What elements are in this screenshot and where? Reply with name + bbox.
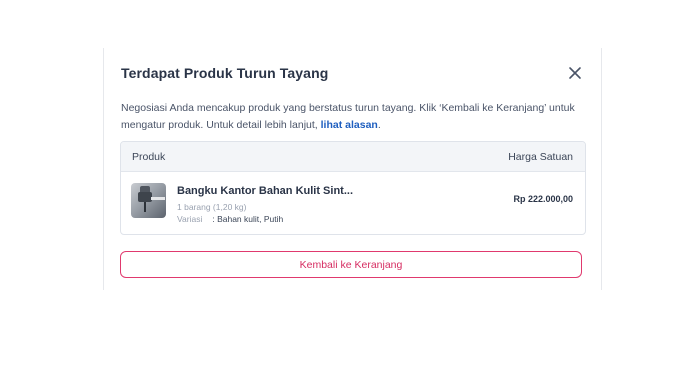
product-thumbnail [131,183,166,218]
product-quantity: 1 barang (1,20 kg) [177,202,247,212]
description-end: . [377,119,381,131]
column-header-product: Produk [132,151,166,163]
variant-value: : Bahan kulit, Putih [212,214,284,224]
product-price: Rp 222.000,00 [513,194,573,204]
product-name: Bangku Kantor Bahan Kulit Sint... [177,185,354,197]
reason-link[interactable]: lihat alasan [321,119,378,131]
variant-label: Variasi [177,214,203,224]
dialog: Terdapat Produk Turun Tayang Negosiasi A… [103,48,602,290]
table-row: Bangku Kantor Bahan Kulit Sint... 1 bara… [121,172,585,234]
dialog-title: Terdapat Produk Turun Tayang [121,65,329,81]
close-icon[interactable] [567,65,583,81]
back-to-cart-button[interactable]: Kembali ke Keranjang [120,251,582,278]
dialog-description: Negosiasi Anda mencakup produk yang bers… [121,100,591,134]
product-table: Produk Harga Satuan Bangku Kantor Bahan … [120,141,586,235]
column-header-unit-price: Harga Satuan [508,151,573,163]
product-variant: Variasi : Bahan kulit, Putih [177,214,283,224]
table-header: Produk Harga Satuan [121,142,585,172]
